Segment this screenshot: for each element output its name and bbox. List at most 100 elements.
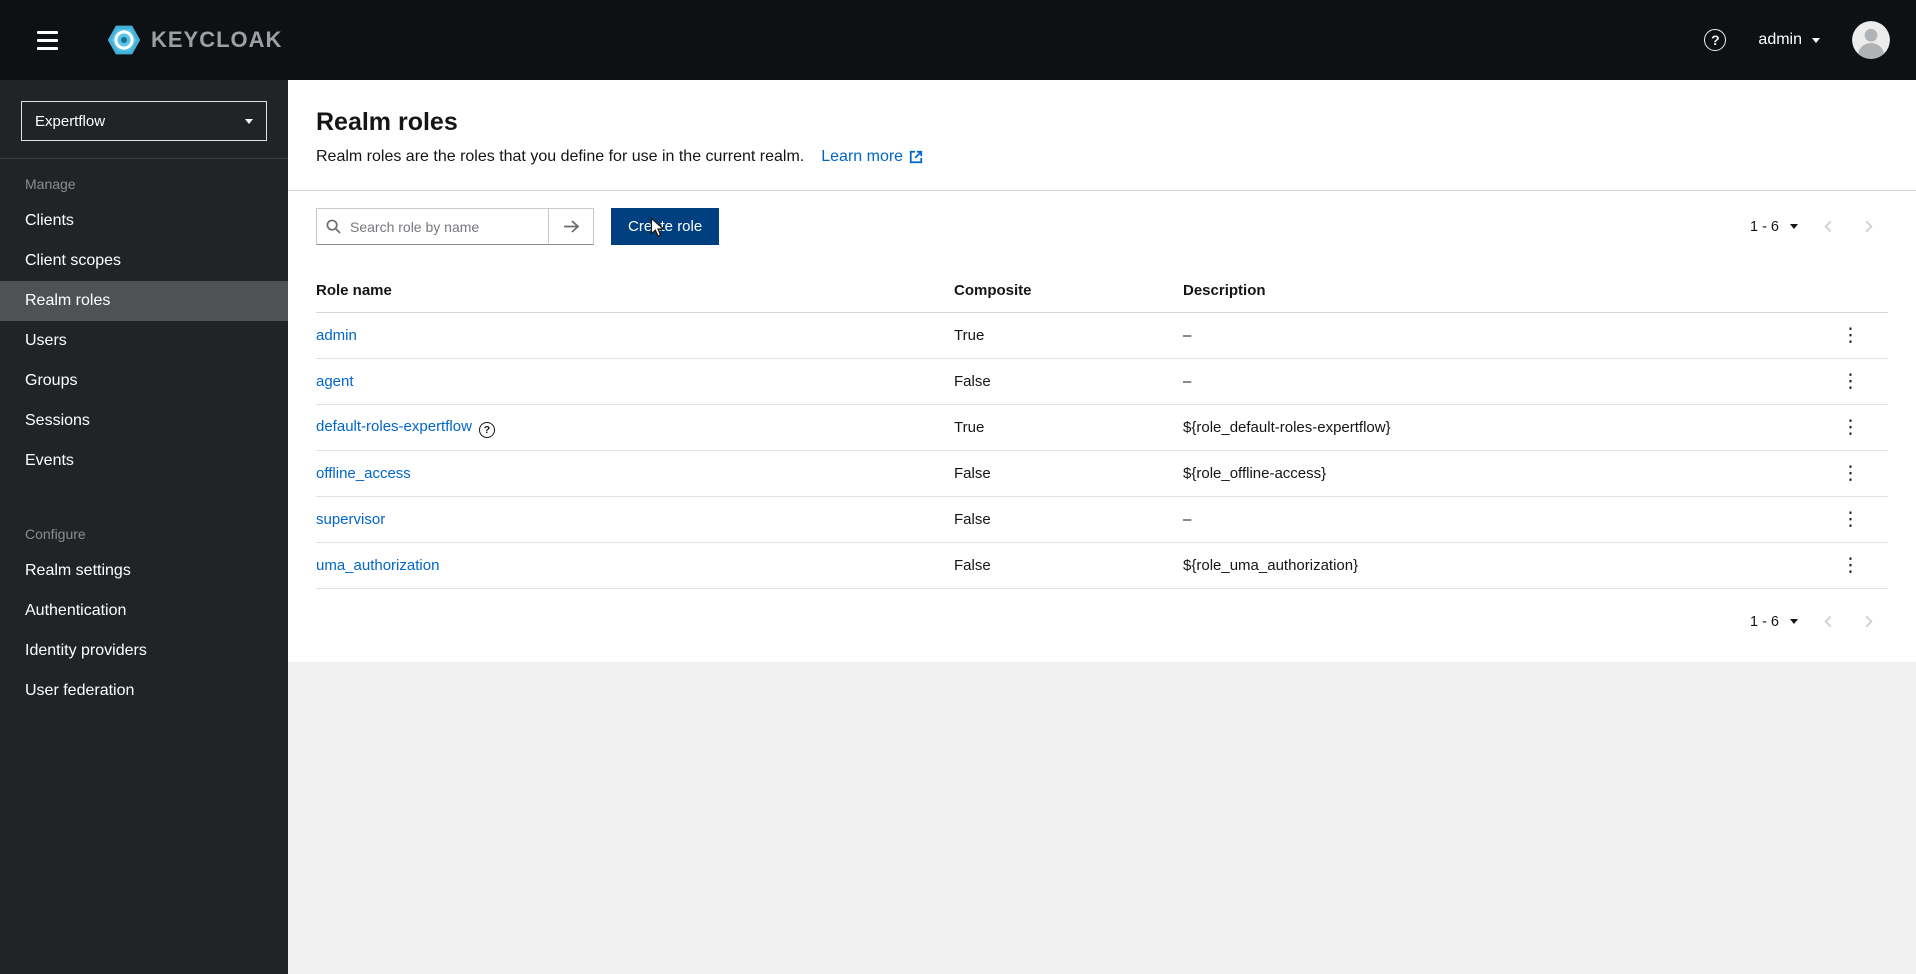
kebab-menu-button[interactable]: ⋮: [1829, 508, 1872, 531]
sidebar-item-label: Client scopes: [25, 252, 122, 269]
composite-cell: False: [954, 358, 1183, 405]
chevron-left-icon: [1823, 220, 1832, 233]
sidebar-item-realm-roles[interactable]: Realm roles: [0, 281, 288, 321]
sidebar-item-groups[interactable]: Groups: [0, 361, 288, 401]
role-link[interactable]: default-roles-expertflow: [316, 418, 472, 435]
roles-panel: Create role 1 - 6: [288, 191, 1916, 662]
sidebar-item-label: Authentication: [25, 602, 127, 619]
search-group: [316, 208, 594, 245]
sidebar-item-label: Users: [25, 332, 67, 349]
sidebar-item-events[interactable]: Events: [0, 441, 288, 481]
table-row: supervisor False – ⋮: [316, 496, 1888, 543]
table-row: agent False – ⋮: [316, 358, 1888, 405]
masthead: KEYCLOAK ? admin: [0, 0, 1916, 80]
role-help-icon[interactable]: ?: [478, 421, 495, 438]
table-row: default-roles-expertflow? True ${role_de…: [316, 404, 1888, 451]
table-row: admin True – ⋮: [316, 312, 1888, 359]
kebab-menu-button[interactable]: ⋮: [1829, 462, 1872, 485]
page-description-text: Realm roles are the roles that you defin…: [316, 148, 805, 165]
sidebar-item-authentication[interactable]: Authentication: [0, 591, 288, 631]
search-submit-button[interactable]: [548, 208, 594, 245]
sidebar-item-label: Realm roles: [25, 292, 111, 309]
pagination-range-menu[interactable]: 1 - 6: [1740, 213, 1808, 241]
actions-cell: ⋮: [1829, 496, 1888, 543]
role-link[interactable]: supervisor: [316, 511, 385, 528]
avatar[interactable]: [1852, 21, 1890, 59]
description-cell: ${role_offline-access}: [1183, 450, 1829, 497]
page-header: Realm roles Realm roles are the roles th…: [288, 80, 1916, 191]
search-input[interactable]: [316, 208, 548, 245]
roles-toolbar: Create role 1 - 6: [316, 208, 1888, 245]
caret-down-icon: [245, 118, 253, 124]
nav-list: Realm settings Authentication Identity p…: [0, 551, 288, 711]
sidebar-nav: Manage Clients Client scopes Realm roles…: [0, 159, 288, 711]
realm-selector-wrap: Expertflow: [0, 80, 288, 159]
kebab-menu-button[interactable]: ⋮: [1829, 324, 1872, 347]
column-actions: [1829, 269, 1888, 313]
role-link[interactable]: agent: [316, 373, 354, 390]
kebab-menu-button[interactable]: ⋮: [1829, 416, 1872, 439]
chevron-right-icon: [1864, 615, 1873, 628]
composite-cell: True: [954, 312, 1183, 359]
pagination-prev-button[interactable]: [1808, 208, 1848, 245]
role-name-cell: uma_authorization: [316, 542, 954, 589]
nav-group-label: Configure: [25, 526, 86, 542]
actions-cell: ⋮: [1829, 450, 1888, 497]
help-icon[interactable]: ?: [1704, 29, 1727, 51]
sidebar-item-client-scopes[interactable]: Client scopes: [0, 241, 288, 281]
nav-toggle-button[interactable]: [26, 19, 68, 61]
sidebar: Expertflow Manage Clients Client scopes …: [0, 80, 288, 974]
role-name-cell: offline_access: [316, 450, 954, 497]
realm-name: Expertflow: [35, 112, 106, 130]
main-content: Realm roles Realm roles are the roles th…: [288, 80, 1916, 974]
sidebar-item-clients[interactable]: Clients: [0, 201, 288, 241]
composite-cell: False: [954, 542, 1183, 589]
sidebar-item-label: Sessions: [25, 412, 90, 429]
sidebar-item-realm-settings[interactable]: Realm settings: [0, 551, 288, 591]
pagination-range: 1 - 6: [1749, 613, 1779, 630]
chevron-left-icon: [1823, 615, 1832, 628]
actions-cell: ⋮: [1829, 542, 1888, 589]
role-name-cell: admin: [316, 312, 954, 359]
description-cell: –: [1183, 358, 1829, 405]
composite-cell: False: [954, 496, 1183, 543]
sidebar-item-label: User federation: [25, 682, 135, 699]
search-icon: [326, 219, 341, 239]
masthead-toolbar: ? admin: [1704, 21, 1890, 59]
chevron-right-icon: [1864, 220, 1873, 233]
sidebar-item-label: Clients: [25, 212, 74, 229]
realm-selector[interactable]: Expertflow: [21, 101, 267, 141]
sidebar-item-sessions[interactable]: Sessions: [0, 401, 288, 441]
role-link[interactable]: admin: [316, 327, 357, 344]
user-name: admin: [1758, 31, 1802, 48]
kebab-menu-button[interactable]: ⋮: [1829, 370, 1872, 393]
table-row: uma_authorization False ${role_uma_autho…: [316, 542, 1888, 589]
create-role-button[interactable]: Create role: [611, 208, 720, 245]
sidebar-item-user-federation[interactable]: User federation: [0, 671, 288, 711]
keycloak-logo: KEYCLOAK: [106, 22, 282, 58]
description-cell: –: [1183, 312, 1829, 359]
column-composite: Composite: [954, 269, 1183, 313]
sidebar-item-identity-providers[interactable]: Identity providers: [0, 631, 288, 671]
actions-cell: ⋮: [1829, 404, 1888, 451]
nav-group-label: Manage: [25, 176, 76, 192]
learn-more-link[interactable]: Learn more: [821, 148, 923, 166]
learn-more-label: Learn more: [821, 148, 904, 165]
pagination-range-menu[interactable]: 1 - 6: [1740, 608, 1808, 636]
pagination-bottom: 1 - 6: [1740, 603, 1888, 640]
external-link-icon: [909, 150, 923, 164]
sidebar-item-users[interactable]: Users: [0, 321, 288, 361]
role-link[interactable]: offline_access: [316, 465, 411, 482]
hamburger-icon: [36, 30, 58, 50]
pagination-next-button[interactable]: [1848, 603, 1888, 640]
user-menu[interactable]: admin: [1754, 25, 1824, 55]
sidebar-item-label: Identity providers: [25, 642, 147, 659]
nav-list: Clients Client scopes Realm roles Users …: [0, 201, 288, 481]
sidebar-item-label: Events: [25, 452, 74, 469]
role-link[interactable]: uma_authorization: [316, 557, 439, 574]
pagination-next-button[interactable]: [1848, 208, 1888, 245]
kebab-menu-button[interactable]: ⋮: [1829, 554, 1872, 577]
description-cell: ${role_uma_authorization}: [1183, 542, 1829, 589]
pagination-prev-button[interactable]: [1808, 603, 1848, 640]
sidebar-item-label: Groups: [25, 372, 78, 389]
